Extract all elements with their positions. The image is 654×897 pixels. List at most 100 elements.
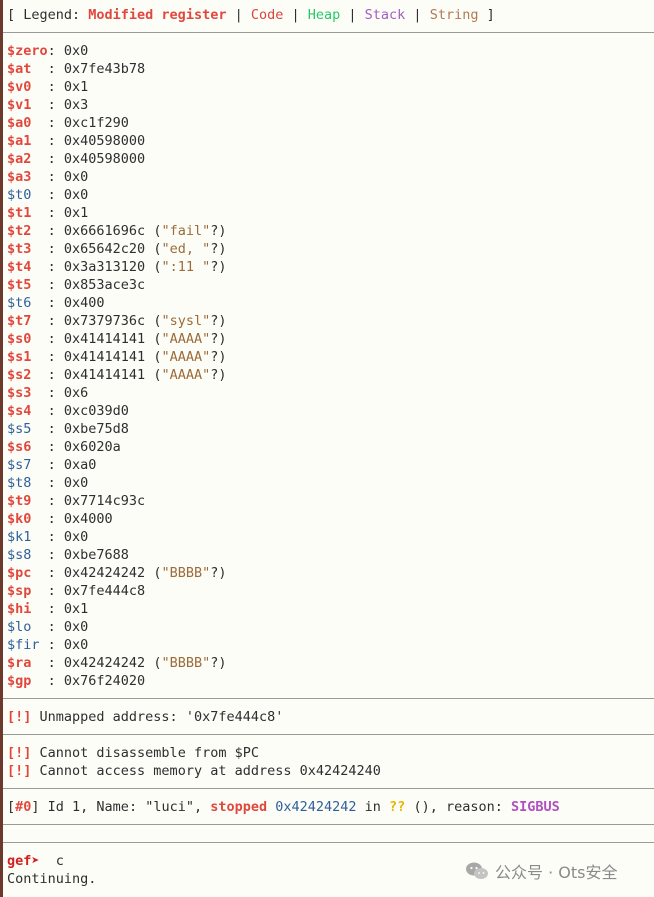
register-value: 0x0: [63, 529, 89, 545]
terminal-window[interactable]: [ Legend: Modified register | Code | Hea…: [0, 0, 654, 897]
register-separator: :: [31, 133, 64, 149]
legend-stack: Stack: [364, 7, 406, 23]
register-separator: :: [31, 601, 64, 617]
register-name: $k1: [7, 529, 32, 545]
register-separator: :: [31, 493, 64, 509]
legend-code: Code: [250, 7, 284, 23]
warning-text: Cannot disassemble from $PC: [31, 745, 259, 761]
register-row: $s8 : 0xbe7688: [7, 546, 129, 564]
thread-open: [: [7, 799, 16, 815]
register-separator: :: [31, 151, 64, 167]
register-row: $s6 : 0x6020a: [7, 438, 121, 456]
register-name: $hi: [7, 601, 32, 617]
register-value: 0x41414141: [63, 367, 146, 383]
register-value: 0x42424242: [63, 655, 146, 671]
register-row: $t2 : 0x6661696c ("fail"?): [7, 222, 227, 240]
register-string: "BBBB": [161, 565, 211, 581]
register-string: "AAAA": [161, 331, 211, 347]
register-separator: :: [31, 547, 64, 563]
register-value: 0x1: [63, 205, 89, 221]
register-name: $t5: [7, 277, 32, 293]
register-value: 0x0: [63, 169, 89, 185]
register-value: 0x40598000: [63, 151, 146, 167]
warning-tag: [!]: [7, 709, 32, 725]
register-row: $t1 : 0x1: [7, 204, 88, 222]
register-value: 0x4000: [63, 511, 113, 527]
register-name: $pc: [7, 565, 32, 581]
register-value: 0x853ace3c: [63, 277, 146, 293]
comment-close: ?): [210, 259, 227, 275]
register-string: "sysl": [161, 313, 211, 329]
register-row: $s7 : 0xa0: [7, 456, 96, 474]
warning-tag: [!]: [7, 763, 32, 779]
register-value: 0x0: [63, 637, 89, 653]
register-value: 0xc1f290: [63, 115, 129, 131]
divider: [3, 734, 654, 735]
register-name: $v0: [7, 79, 32, 95]
register-row: $k0 : 0x4000: [7, 510, 113, 528]
register-separator: :: [31, 79, 64, 95]
legend-line: [ Legend: Modified register | Code | Hea…: [7, 6, 495, 24]
register-row: $s2 : 0x41414141 ("AAAA"?): [7, 366, 227, 384]
warning-unmapped: [!] Unmapped address: '0x7fe444c8': [7, 708, 283, 726]
register-separator: :: [31, 349, 64, 365]
register-name: $t9: [7, 493, 32, 509]
divider: [3, 788, 654, 789]
register-separator: :: [31, 97, 64, 113]
watermark-text: 公众号 · Ots安全: [495, 863, 618, 882]
register-separator: :: [39, 637, 64, 653]
legend-open: [ Legend:: [7, 7, 89, 23]
register-string: "BBBB": [161, 655, 211, 671]
register-value: 0x1: [63, 79, 89, 95]
prompt-line[interactable]: gef➤ c: [7, 852, 64, 870]
register-value: 0x0: [63, 475, 89, 491]
register-value: 0x3a313120: [63, 259, 146, 275]
register-value: 0x6: [63, 385, 89, 401]
comment-close: ?): [210, 655, 227, 671]
register-value: 0x42424242: [63, 565, 146, 581]
register-name: $lo: [7, 619, 32, 635]
register-separator: :: [31, 115, 64, 131]
register-separator: :: [31, 475, 64, 491]
register-separator: :: [31, 259, 64, 275]
register-row: $s1 : 0x41414141 ("AAAA"?): [7, 348, 227, 366]
comment-close: ?): [210, 331, 227, 347]
warning-disassemble: [!] Cannot disassemble from $PC: [7, 744, 259, 762]
register-name: $s8: [7, 547, 32, 563]
command-input[interactable]: c: [40, 853, 64, 869]
register-name: $t3: [7, 241, 32, 257]
register-row: $t3 : 0x65642c20 ("ed, "?): [7, 240, 227, 258]
watermark: 公众号 · Ots安全: [465, 858, 617, 884]
register-value: 0xbe7688: [63, 547, 129, 563]
legend-sep: |: [405, 7, 430, 23]
legend-modified: Modified register: [88, 7, 227, 23]
legend-sep: |: [340, 7, 365, 23]
register-row: $s5 : 0xbe75d8: [7, 420, 129, 438]
register-row: $t9 : 0x7714c93c: [7, 492, 145, 510]
register-value: 0x7714c93c: [63, 493, 146, 509]
legend-sep: |: [283, 7, 308, 23]
register-row: $t4 : 0x3a313120 (":11 "?): [7, 258, 227, 276]
register-value: 0x6020a: [63, 439, 121, 455]
register-value: 0x0: [63, 619, 89, 635]
warning-text: Cannot access memory at address 0x424242…: [31, 763, 381, 779]
register-name: $s1: [7, 349, 32, 365]
register-row: $gp : 0x76f24020: [7, 672, 145, 690]
register-separator: :: [31, 655, 64, 671]
comment-close: ?): [210, 241, 227, 257]
register-name: $a1: [7, 133, 32, 149]
register-value: 0x41414141: [63, 349, 146, 365]
register-name: $ra: [7, 655, 32, 671]
register-row: $a1 : 0x40598000: [7, 132, 145, 150]
register-separator: :: [31, 403, 64, 419]
register-name: $t8: [7, 475, 32, 491]
register-name: $v1: [7, 97, 32, 113]
divider: [3, 32, 654, 33]
register-name: $zero: [7, 43, 48, 59]
register-row: $a3 : 0x0: [7, 168, 88, 186]
register-name: $t6: [7, 295, 32, 311]
register-value: 0x7fe43b78: [63, 61, 146, 77]
register-separator: :: [31, 385, 64, 401]
register-value: 0x0: [63, 43, 89, 59]
comment-close: ?): [210, 367, 227, 383]
